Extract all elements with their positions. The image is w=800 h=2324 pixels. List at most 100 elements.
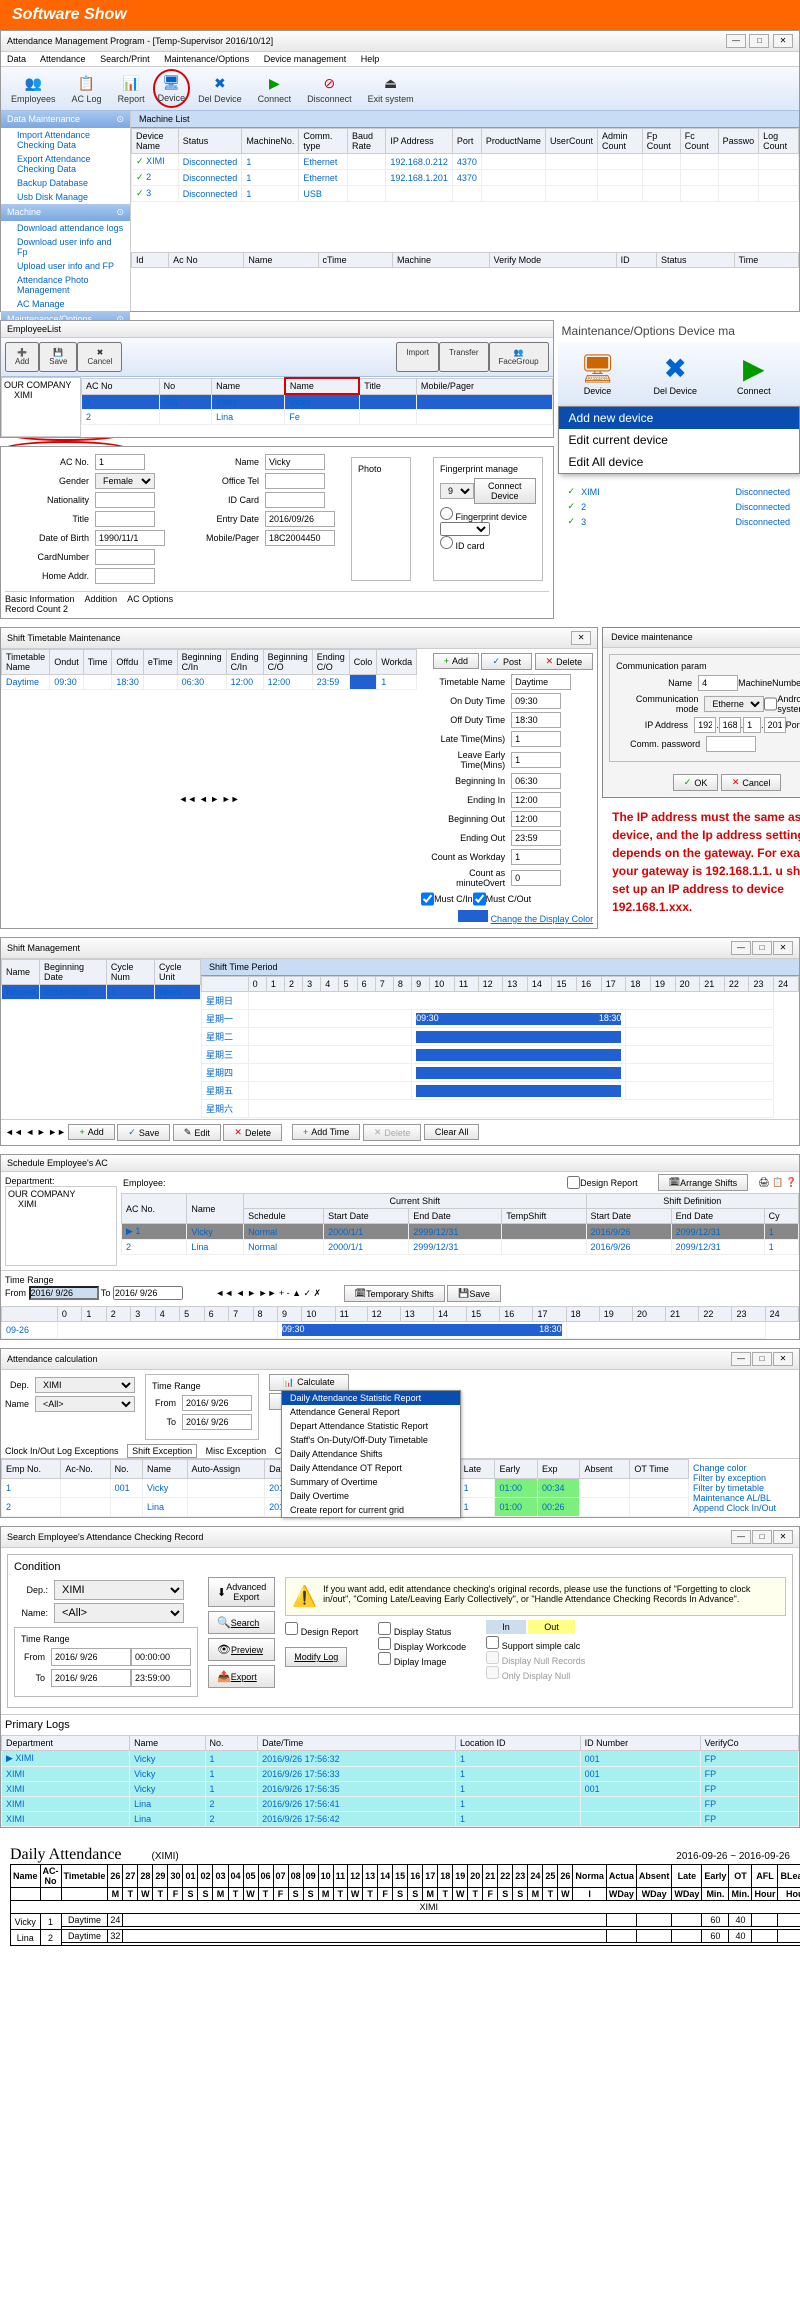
device-button[interactable]: 🖥Device [153,69,191,108]
deldevice-button[interactable]: ✖Del Device [190,69,250,108]
from-time-input[interactable] [131,1648,191,1666]
gender-select[interactable]: Female [95,473,155,489]
sidebar-item-photo-mgmt[interactable]: Attendance Photo Management [1,273,130,297]
deltime-button[interactable]: ✕Delete [363,1124,422,1141]
close-button[interactable]: ✕ [773,1530,793,1544]
name-select[interactable]: <All> [54,1603,184,1623]
homeaddr-input[interactable] [95,568,155,584]
acno-input[interactable] [95,454,145,470]
sidebar-item-import[interactable]: Import Attendance Checking Data [1,128,130,152]
menu-edit-all[interactable]: Edit All device [559,451,799,473]
dropdown-item[interactable]: Daily Attendance OT Report [282,1461,460,1475]
disconnect-button[interactable]: ⊘Disconnect [299,69,360,108]
dropdown-item[interactable]: Daily Attendance Statistic Report [282,1391,460,1405]
menu-device-management[interactable]: Device management [264,54,347,64]
sidebar-item-upload-user[interactable]: Upload user info and FP [1,259,130,273]
cwd-input[interactable] [511,849,561,865]
ip1-input[interactable] [694,717,716,733]
maximize-button[interactable]: □ [752,1352,772,1366]
from-input[interactable] [182,1395,252,1411]
link-appendclock[interactable]: Append Clock In/Out [693,1503,776,1513]
sidebar-item-usb[interactable]: Usb Disk Manage [1,190,130,204]
nationality-input[interactable] [95,492,155,508]
sidebar-section-machine[interactable]: Machine⊙ [1,204,130,221]
mustcin-check[interactable] [421,891,434,907]
entrydate-input[interactable] [265,511,335,527]
officetel-input[interactable] [265,473,325,489]
adv-export-button[interactable]: ⬇ Advanced Export [208,1577,275,1607]
dropdown-item[interactable]: Summary of Overtime [282,1475,460,1489]
early-input[interactable] [511,752,561,768]
add-button[interactable]: ➕Add [5,342,39,372]
import-button[interactable]: Import [396,342,439,372]
addtime-button[interactable]: +Add Time [292,1124,360,1140]
beginin-input[interactable] [511,773,561,789]
big-device-button[interactable]: 🖥Device [562,346,634,402]
employee-row[interactable]: 1001VickyVicky [82,394,553,410]
cardnumber-input[interactable] [95,549,155,565]
sidebar-section-data[interactable]: Data Maintenance⊙ [1,111,130,128]
tab-clockinout[interactable]: Clock In/Out Log Exceptions [5,1446,119,1456]
dob-input[interactable] [95,530,165,546]
mobile-input[interactable] [265,530,335,546]
col-fpcount[interactable]: Fp Count [642,129,680,154]
col-usercount[interactable]: UserCount [545,129,597,154]
link-maintalbl[interactable]: Maintenance AL/BL [693,1493,771,1503]
ip2-input[interactable] [719,717,741,733]
big-connect-button[interactable]: ▶Connect [717,346,791,402]
device-row[interactable]: ✓ 3Disconnected1USB [132,186,799,202]
employees-button[interactable]: 👥Employees [3,69,64,108]
report-button[interactable]: 📊Report [110,69,153,108]
col-status[interactable]: Status [178,129,242,154]
col-commtype[interactable]: Comm. type [299,129,348,154]
col-devicename[interactable]: Device Name [132,129,179,154]
disp-workcode-check[interactable] [378,1637,391,1650]
idcard-input[interactable] [265,492,325,508]
id-card-radio[interactable] [440,536,453,549]
title-input[interactable] [95,511,155,527]
sidebar-item-ac-manage[interactable]: AC Manage [1,297,130,311]
android-check[interactable] [764,696,777,712]
fp-device-radio[interactable] [440,507,453,520]
aclog-button[interactable]: 📋AC Log [64,69,110,108]
dropdown-item[interactable]: Attendance General Report [282,1405,460,1419]
link-filtertimetable[interactable]: Filter by timetable [693,1483,764,1493]
from-date-input[interactable] [51,1648,131,1666]
minimize-button[interactable]: — [731,1530,751,1544]
save-button[interactable]: 💾Save [39,342,77,372]
tab-basic[interactable]: Basic Information [5,594,75,604]
link-filterexception[interactable]: Filter by exception [693,1473,766,1483]
to-time-input[interactable] [131,1669,191,1687]
preview-button[interactable]: 👁 Preview [208,1638,275,1661]
dropdown-item[interactable]: Daily Overtime [282,1489,460,1503]
minimize-button[interactable]: — [731,1352,751,1366]
late-input[interactable] [511,731,561,747]
tree-ximi[interactable]: XIMI [8,1199,114,1209]
col-baud[interactable]: Baud Rate [347,129,385,154]
disp-status-check[interactable] [378,1622,391,1635]
calculate-button[interactable]: 📊 Calculate [269,1374,349,1391]
col-port[interactable]: Port [452,129,481,154]
beginout-input[interactable] [511,811,561,827]
device-row-3[interactable]: ✓3Disconnected [558,514,800,529]
device-row-2[interactable]: ✓2Disconnected [558,499,800,514]
close-button[interactable]: ✕ [773,34,793,48]
clearall-button[interactable]: Clear All [424,1124,480,1140]
col-product[interactable]: ProductName [481,129,545,154]
sidebar-item-backup[interactable]: Backup Database [1,176,130,190]
connect-device-button[interactable]: Connect Device [474,478,536,504]
fp-select[interactable]: 9 [440,483,474,499]
col-logcount[interactable]: Log Count [759,129,799,154]
ok-button[interactable]: ✓OK [673,774,719,791]
link-changecolor[interactable]: Change color [693,1463,747,1473]
menu-maintenance[interactable]: Maintenance/Options [164,54,249,64]
design-report-check[interactable] [567,1176,580,1189]
tree-company[interactable]: OUR COMPANY [4,380,78,390]
timetable-row[interactable]: Daytime09:3018:3006:3012:0012:0023:591 [2,675,417,690]
log-row[interactable]: XIMILina22016/9/26 17:56:411FP [2,1797,799,1812]
sidebar-item-download-user[interactable]: Download user info and Fp [1,235,130,259]
tree-ximi[interactable]: XIMI [4,390,78,400]
export-button[interactable]: 📤 Export [208,1665,275,1688]
commpwd-input[interactable] [706,736,756,752]
from-date-input[interactable] [29,1286,99,1300]
